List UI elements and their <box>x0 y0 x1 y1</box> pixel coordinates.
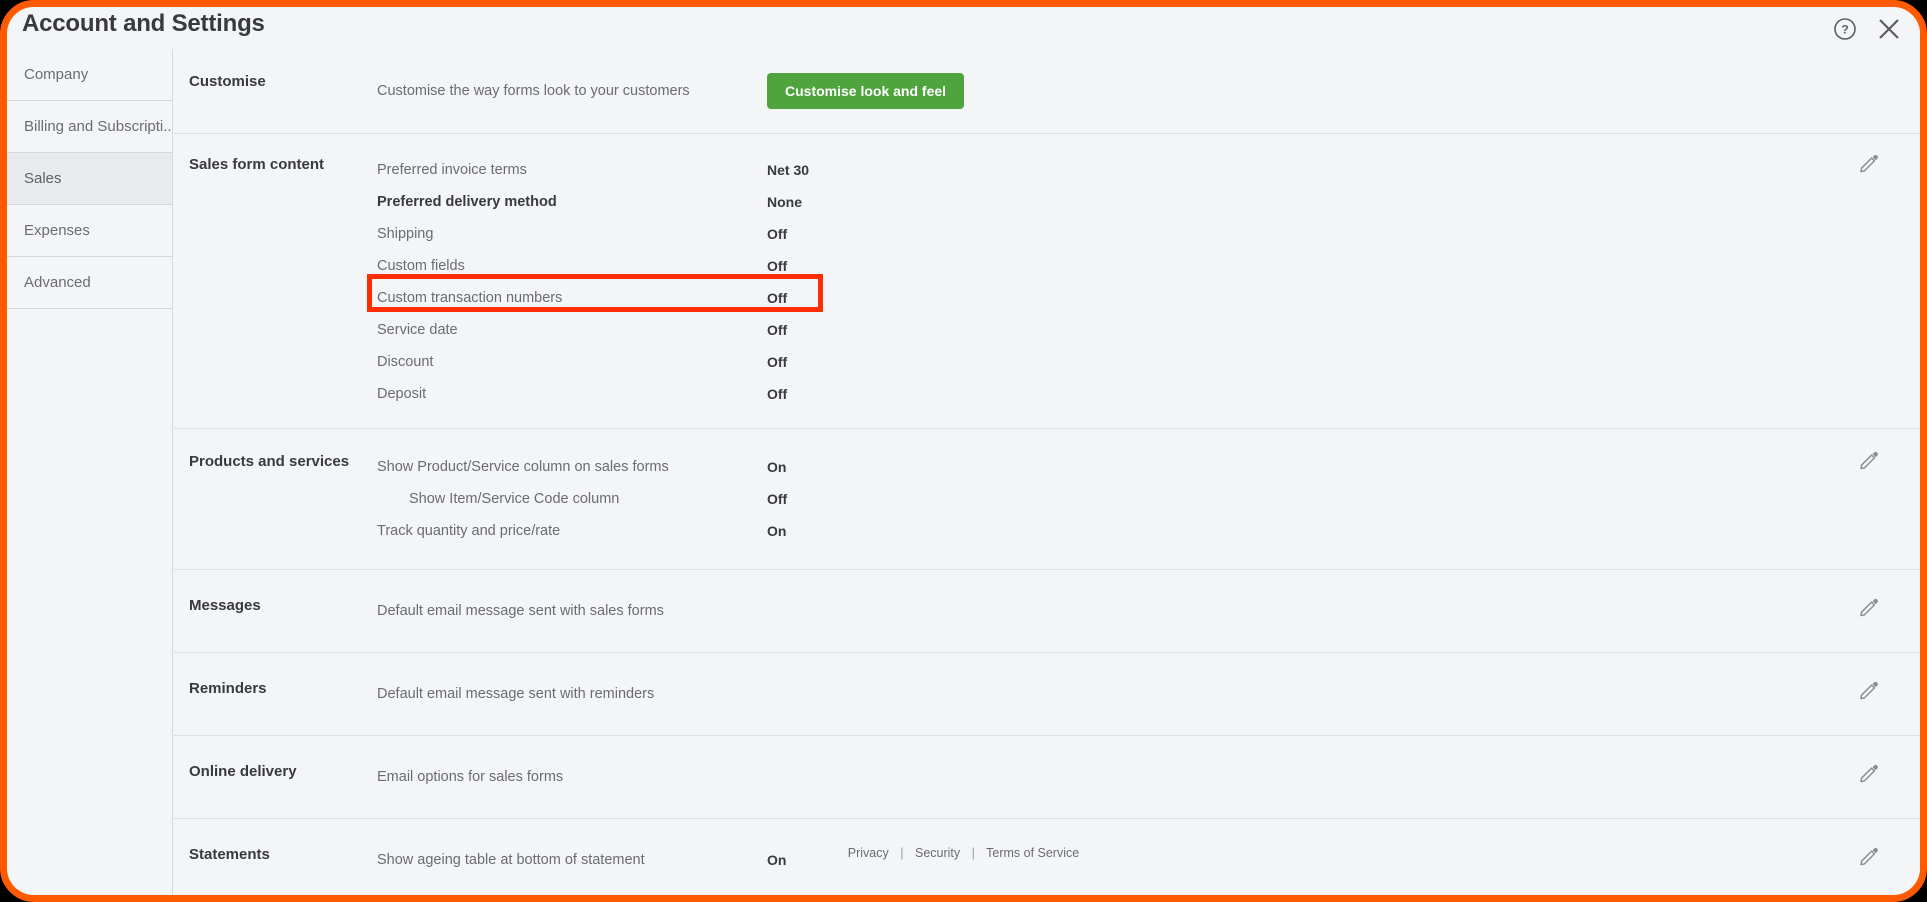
row-label: Shipping <box>377 226 434 242</box>
sidebar-item-label: Sales <box>24 170 62 187</box>
section-title: Online delivery <box>189 763 297 780</box>
section-title: Products and services <box>189 453 350 470</box>
section-title: Messages <box>189 597 261 614</box>
pencil-edit-icon[interactable] <box>1858 762 1880 784</box>
row-value: Off <box>767 354 788 370</box>
row-value: Net 30 <box>767 162 810 178</box>
settings-modal: Account and Settings ? Company Billing a… <box>0 0 1927 902</box>
sidebar-item-label: Company <box>24 66 89 83</box>
table-row[interactable]: Service date Off <box>377 314 1920 346</box>
table-row[interactable]: Shipping Off <box>377 218 1920 250</box>
footer-links: Privacy | Security | Terms of Service <box>7 846 1920 860</box>
sidebar-item-label: Billing and Subscripti... <box>24 118 172 135</box>
page-title: Account and Settings <box>22 10 265 37</box>
terms-of-service-link[interactable]: Terms of Service <box>986 846 1079 860</box>
section-products-and-services: Products and services Show Product/Servi… <box>174 428 1920 569</box>
modal-titlebar: Account and Settings ? <box>7 7 1920 49</box>
section-messages: Messages Default email message sent with… <box>174 569 1920 652</box>
table-row[interactable]: Default email message sent with sales fo… <box>377 595 1920 627</box>
table-row[interactable]: Preferred delivery method None <box>377 186 1920 218</box>
svg-text:?: ? <box>1841 23 1848 37</box>
row-label: Custom fields <box>377 258 465 274</box>
settings-main-panel: Customise Customise the way forms look t… <box>174 49 1920 895</box>
table-row-custom-transaction-numbers[interactable]: Custom transaction numbers Off <box>377 282 1920 314</box>
sidebar-item-label: Advanced <box>24 274 91 291</box>
footer-separator: | <box>900 846 904 860</box>
pencil-edit-icon[interactable] <box>1858 449 1880 471</box>
settings-sidebar: Company Billing and Subscripti... Sales … <box>7 49 173 895</box>
table-row[interactable]: Email options for sales forms <box>377 761 1920 793</box>
row-label: Deposit <box>377 386 427 402</box>
close-icon[interactable] <box>1876 16 1902 42</box>
footer-separator: | <box>971 846 975 860</box>
table-row[interactable]: Show Item/Service Code column Off <box>377 483 1920 515</box>
row-value: On <box>767 459 787 475</box>
table-row[interactable]: Custom fields Off <box>377 250 1920 282</box>
row-label: Customise the way forms look to your cus… <box>377 83 690 99</box>
privacy-link[interactable]: Privacy <box>848 846 889 860</box>
table-row[interactable]: Show Product/Service column on sales for… <box>377 451 1920 483</box>
sidebar-item-label: Expenses <box>24 222 90 239</box>
table-row[interactable]: Discount Off <box>377 346 1920 378</box>
pencil-edit-icon[interactable] <box>1858 596 1880 618</box>
row-value: None <box>767 194 802 210</box>
sidebar-item-advanced[interactable]: Advanced <box>7 257 172 309</box>
section-title: Reminders <box>189 680 267 697</box>
security-link[interactable]: Security <box>915 846 960 860</box>
row-value: Off <box>767 386 788 402</box>
sidebar-item-sales[interactable]: Sales <box>7 153 172 205</box>
row-value: Off <box>767 322 788 338</box>
sidebar-item-company[interactable]: Company <box>7 49 172 101</box>
section-customise: Customise Customise the way forms look t… <box>174 49 1920 133</box>
section-reminders: Reminders Default email message sent wit… <box>174 652 1920 735</box>
pencil-edit-icon[interactable] <box>1858 679 1880 701</box>
row-value: Off <box>767 226 788 242</box>
section-online-delivery: Online delivery Email options for sales … <box>174 735 1920 818</box>
row-value: Off <box>767 258 788 274</box>
table-row[interactable]: Deposit Off <box>377 378 1920 410</box>
table-row[interactable]: Preferred invoice terms Net 30 <box>377 154 1920 186</box>
table-row[interactable]: Track quantity and price/rate On <box>377 515 1920 547</box>
row-label: Custom transaction numbers <box>377 290 563 306</box>
customise-look-and-feel-button[interactable]: Customise look and feel <box>767 73 965 109</box>
row-label: Default email message sent with sales fo… <box>377 603 664 619</box>
sidebar-item-billing-and-subscription[interactable]: Billing and Subscripti... <box>7 101 172 153</box>
table-row[interactable]: Default email message sent with reminder… <box>377 678 1920 710</box>
sidebar-item-expenses[interactable]: Expenses <box>7 205 172 257</box>
row-label: Preferred delivery method <box>377 194 557 210</box>
row-label: Service date <box>377 322 458 338</box>
row-value: On <box>767 523 787 539</box>
row-label: Track quantity and price/rate <box>377 523 561 539</box>
row-value: Off <box>767 290 788 306</box>
help-icon[interactable]: ? <box>1832 16 1858 42</box>
row-value: Off <box>767 491 788 507</box>
row-label: Show Product/Service column on sales for… <box>377 459 669 475</box>
row-label: Show Item/Service Code column <box>409 491 620 507</box>
row-label: Email options for sales forms <box>377 769 564 785</box>
row-label: Preferred invoice terms <box>377 162 527 178</box>
section-title: Sales form content <box>189 156 325 173</box>
row-label: Default email message sent with reminder… <box>377 686 655 702</box>
row-label: Discount <box>377 354 434 370</box>
section-sales-form-content: Sales form content Preferred invoice ter… <box>174 133 1920 428</box>
pencil-edit-icon[interactable] <box>1858 152 1880 174</box>
section-title: Customise <box>189 73 266 90</box>
